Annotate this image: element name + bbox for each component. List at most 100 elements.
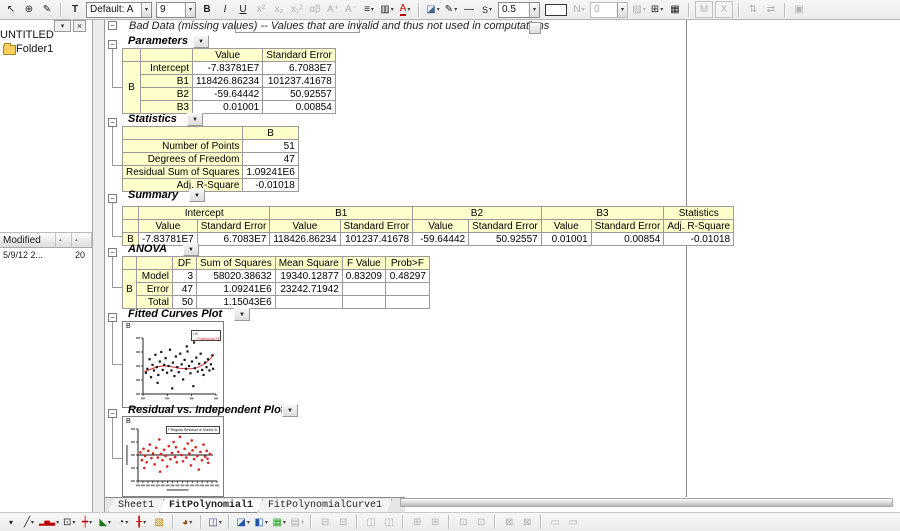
sheet-tab-Sheet1[interactable]: Sheet1: [108, 499, 164, 513]
align-top-button[interactable]: ◫: [363, 515, 379, 530]
text-style-icon[interactable]: T: [67, 2, 83, 17]
border-style-button[interactable]: [545, 3, 567, 16]
table-cell[interactable]: Value: [269, 219, 341, 233]
stock-plot-button[interactable]: ╂ ▾: [133, 515, 149, 530]
table-cell[interactable]: 0.83209: [341, 269, 386, 283]
table-cell[interactable]: Intercept: [140, 61, 193, 75]
superscript-button[interactable]: x²: [253, 2, 269, 17]
table-cell[interactable]: Standard Error: [262, 48, 336, 62]
table-cell[interactable]: DF: [172, 256, 197, 270]
sheet-tab-FitPolynomial1[interactable]: FitPolynomial1: [159, 499, 263, 513]
line-plot-button[interactable]: ╱ ▾: [21, 515, 37, 530]
table-grid-button[interactable]: ▦: [667, 2, 683, 17]
table-cell[interactable]: B1: [140, 74, 193, 88]
table-cell[interactable]: Residual Sum of Squares: [121, 165, 244, 179]
merge-x-button[interactable]: X: [715, 1, 733, 18]
table-cell[interactable]: [122, 206, 139, 220]
bar-plot-button[interactable]: ▂▅▃ ▾: [39, 515, 59, 530]
align-hcenter-button[interactable]: ⊞: [409, 515, 425, 530]
column-format-button[interactable]: ▥ ▾: [379, 2, 395, 17]
ungroup-button[interactable]: ▭: [565, 515, 581, 530]
table-cell[interactable]: [274, 295, 343, 309]
residual-graph[interactable]: B • Regular Residual of Sheet1 B: [122, 416, 224, 497]
3d-wireframe-button[interactable]: ◫ ▾: [207, 515, 223, 530]
table-cell[interactable]: 0.01001: [191, 100, 264, 114]
3d-pie-button[interactable]: ◕ ▾: [179, 515, 195, 530]
table-cell[interactable]: 118426.86234: [191, 74, 264, 88]
table-cell[interactable]: Value: [191, 48, 264, 62]
table-cell[interactable]: B1: [269, 206, 414, 220]
table-cell[interactable]: 1.09241E6: [242, 165, 299, 179]
pointer-tool-icon[interactable]: ↖: [3, 2, 19, 17]
3d-cube-button[interactable]: ▧: [151, 515, 167, 530]
table-cell[interactable]: Value: [540, 219, 592, 233]
table-cell[interactable]: 50: [172, 295, 197, 309]
table-cell[interactable]: Prob>F: [384, 256, 430, 270]
list-col-sort1[interactable]: ▴: [56, 233, 72, 247]
note-collapse-box[interactable]: −: [108, 21, 117, 30]
grid-button[interactable]: ⊞ ▾: [649, 2, 665, 17]
fill-color-button[interactable]: ◪ ▾: [425, 2, 441, 17]
polar-plot-button[interactable]: ◔ ▾: [115, 515, 131, 530]
table-cell[interactable]: Value: [138, 219, 198, 233]
table-cell[interactable]: -0.01018: [242, 178, 299, 192]
overflow-arrow-icon[interactable]: ▾: [3, 515, 19, 530]
draw-tool-icon[interactable]: ✎: [39, 2, 55, 17]
table-cell[interactable]: [136, 256, 173, 270]
front-button[interactable]: ⊠: [501, 515, 517, 530]
table-cell[interactable]: B2: [412, 206, 542, 220]
parameters-collapse-box[interactable]: −: [108, 40, 117, 49]
summary-dropdown-button[interactable]: ▼: [189, 189, 205, 202]
line-style-sample[interactable]: —: [461, 2, 477, 17]
table-cell[interactable]: 6.7083E7: [262, 61, 336, 75]
table-cell[interactable]: Standard Error: [468, 219, 542, 233]
matrix-image-button[interactable]: ▦ ▾: [271, 515, 287, 530]
align-vcenter-button[interactable]: ⊞: [427, 515, 443, 530]
residual-plot-dropdown-button[interactable]: ▼: [282, 404, 298, 417]
parameters-dropdown-button[interactable]: ▼: [193, 35, 209, 48]
statistics-collapse-box[interactable]: −: [108, 118, 117, 127]
zoom-tool-icon[interactable]: ⊕: [21, 2, 37, 17]
table-cell[interactable]: [341, 295, 386, 309]
align-right-button[interactable]: ⊟: [335, 515, 351, 530]
horizontal-scrollbar[interactable]: [400, 498, 893, 507]
table-cell[interactable]: Standard Error: [339, 219, 414, 233]
border-width-combo[interactable]: 0 ▾: [590, 1, 628, 18]
table-cell[interactable]: 101237.41678: [262, 74, 336, 88]
table-cell[interactable]: 51: [242, 139, 299, 153]
table-cell[interactable]: [121, 126, 244, 140]
lock-button[interactable]: ▣: [791, 2, 807, 17]
anova-collapse-box[interactable]: −: [108, 248, 117, 257]
decrease-font-button[interactable]: A⁻: [343, 2, 359, 17]
bold-button[interactable]: B: [199, 2, 215, 17]
table-cell[interactable]: [122, 256, 137, 270]
table-cell[interactable]: Mean Square: [274, 256, 343, 270]
summary-collapse-box[interactable]: −: [108, 194, 117, 203]
table-cell[interactable]: 3: [172, 269, 197, 283]
panel-collapse-button[interactable]: ▾: [54, 20, 71, 32]
supersubscript-button[interactable]: x₁²: [289, 2, 305, 17]
table-cell[interactable]: -59.64442: [191, 87, 264, 101]
image-profile-button[interactable]: ▤ ▾: [289, 515, 305, 530]
table-cell[interactable]: 0.00854: [262, 100, 336, 114]
distribute-v-button[interactable]: ⊡: [473, 515, 489, 530]
greek-button[interactable]: αβ: [307, 2, 323, 17]
list-item[interactable]: 5/9/12 2... 20: [0, 248, 92, 262]
residual-plot-collapse-box[interactable]: −: [108, 409, 117, 418]
table-cell[interactable]: 50.92557: [262, 87, 336, 101]
errorbar-plot-button[interactable]: ┿ ▾: [79, 515, 95, 530]
pattern-button[interactable]: ▨ ▾: [631, 2, 647, 17]
table-cell[interactable]: 1.15043E6: [196, 295, 276, 309]
table-cell[interactable]: 47: [242, 152, 299, 166]
note-grid-icon[interactable]: [529, 22, 541, 34]
table-cell[interactable]: Error: [136, 282, 173, 296]
table-cell[interactable]: 23242.71942: [274, 282, 343, 296]
panel-close-button[interactable]: ×: [73, 20, 86, 32]
underline-button[interactable]: U: [235, 2, 251, 17]
3d-surface-button[interactable]: ◪ ▾: [235, 515, 251, 530]
fitted-plot-dropdown-button[interactable]: ▼: [234, 308, 250, 321]
table-cell[interactable]: B2: [140, 87, 193, 101]
table-cell[interactable]: B3: [140, 100, 193, 114]
table-cell[interactable]: [384, 295, 430, 309]
italic-button[interactable]: I: [217, 2, 233, 17]
